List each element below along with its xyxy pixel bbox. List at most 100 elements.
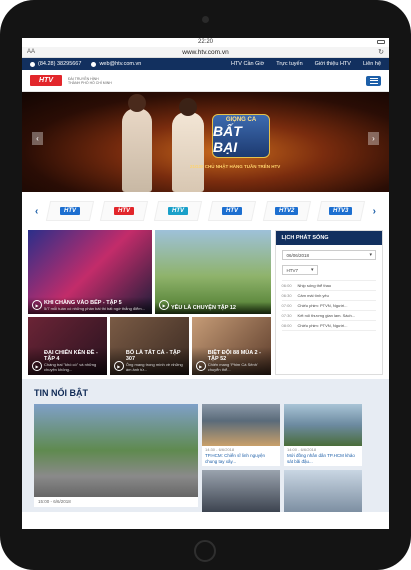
schedule-time: 08:00 (281, 323, 292, 328)
screen: 22:20 AA www.htv.com.vn ↻ (84.28) 382956… (22, 38, 389, 529)
topbar-link-truc-tuyen[interactable]: Trực tuyến (276, 61, 302, 67)
channel-label: HTV (222, 207, 243, 215)
schedule-item[interactable]: 06:00 Nhịp sống thể thao (281, 281, 376, 291)
video-title: ĐẠI CHIẾN KÈN ĐỀ - TẬP 4 (44, 350, 98, 362)
schedule-item[interactable]: 07:00 Chiếu phim: PTVN, Người... (281, 301, 376, 311)
news-title: TP.HCM: Chiến sĩ linh nguyện chung tay x… (205, 453, 265, 464)
schedule-time: 07:30 (281, 313, 292, 318)
mail-icon (91, 61, 97, 67)
video-tile[interactable]: ĐẠI CHIẾN KÈN ĐỀ - TẬP 4 Chàng trai "khó… (28, 317, 107, 375)
channel-logo-5[interactable]: HTV2 (262, 201, 311, 221)
topbar-link-lien-he[interactable]: Liên hệ (363, 61, 381, 67)
channel-label: HTV3 (328, 207, 353, 215)
channel-logo-6[interactable]: HTV3 (316, 201, 365, 221)
schedule-program: Nhịp sống thể thao (297, 283, 332, 288)
news-card[interactable] (202, 470, 280, 512)
video-desc: Chiến mang 'Phim Cà Sênh' chuyển thể... (207, 362, 258, 372)
channel-carousel: ‹ HTV HTV HTV HTV HTV2 HTV3 › (22, 192, 389, 230)
schedule-channel-select[interactable]: HTV7 (281, 265, 318, 275)
schedule-list: 06:00 Nhịp sống thể thao 06:30 Cảm mái tìn… (281, 280, 376, 331)
video-desc: 5/7 mỗi tuần có những phần bài thi bất n… (44, 306, 145, 311)
news-title: Mới đồng nhân dân TP.HCM khảo sát bãi đậ… (287, 453, 355, 464)
email-contact[interactable]: web@htv.com.vn (91, 61, 141, 67)
news-thumbnail (284, 404, 362, 446)
featured-heading: TIN NỔI BẬT (34, 388, 88, 398)
schedule-time: 07:00 (281, 303, 292, 308)
video-tile[interactable]: YÊU LÀ CHUYỆN TẬP 12 ▶ (155, 230, 271, 314)
schedule-item[interactable]: 08:00 Chiếu phim: PTVN, Người... (281, 321, 376, 331)
text-size-button[interactable]: AA (27, 47, 35, 58)
video-desc: Ông mang trong mình về những ám ảnh từ..… (125, 362, 183, 372)
channel-logo-3[interactable]: HTV (154, 201, 203, 221)
channel-label: HTV2 (274, 207, 299, 215)
video-tile[interactable]: KHI CHÀNG VÀO BẾP - TẬP 5 5/7 mỗi tuần c… (28, 230, 152, 314)
banner-next-icon[interactable]: › (368, 132, 379, 145)
video-tile[interactable]: BIỆT ĐỘI 88 MÙA 2 - TẬP 52 Chiến mang 'P… (191, 317, 271, 375)
schedule-program: Kết nối thương gian lam. Sách... (297, 313, 356, 318)
video-grid: KHI CHÀNG VÀO BẾP - TẬP 5 5/7 mỗi tuần c… (28, 230, 271, 375)
news-thumbnail (202, 404, 280, 446)
status-bar: 22:20 (22, 38, 389, 47)
news-thumbnail (202, 470, 280, 512)
address-bar[interactable]: AA www.htv.com.vn ↻ (22, 47, 389, 58)
play-icon[interactable]: ▶ (195, 361, 206, 371)
hero-banner[interactable]: GIỌNG CA BẤT BẠI 21G30 CHỦ NHẬT HÀNG TUẦ… (22, 92, 389, 192)
featured-news: TIN NỔI BẬT 15:00 - 6/6/2018 14:30 - 6/6… (22, 379, 389, 512)
schedule-item[interactable]: 06:30 Cảm mái tình yêu (281, 291, 376, 301)
news-meta: 14:30 - 6/6/2018 (205, 447, 235, 452)
channel-logo-4[interactable]: HTV (208, 201, 257, 221)
play-icon[interactable]: ▶ (159, 300, 169, 310)
story-meta: 15:00 - 6/6/2018 (34, 497, 198, 507)
schedule-program: Cảm mái tình yêu (297, 293, 329, 298)
hamburger-menu-icon[interactable] (366, 75, 381, 86)
video-title: YÊU LÀ CHUYỆN TẬP 12 (171, 305, 236, 311)
featured-main-story[interactable]: 15:00 - 6/6/2018 (34, 404, 198, 507)
schedule-time: 06:00 (281, 283, 292, 288)
tablet-frame: 22:20 AA www.htv.com.vn ↻ (84.28) 382956… (0, 0, 411, 570)
banner-subtitle: 21G30 CHỦ NHẬT HÀNG TUẦN TRÊN HTV (190, 164, 281, 169)
host-figure (122, 108, 152, 192)
url-text[interactable]: www.htv.com.vn (182, 49, 228, 56)
battery-icon (377, 40, 385, 44)
camera-icon (202, 16, 209, 23)
show-logo-main: BẤT BẠI (213, 123, 242, 155)
htv-logo[interactable]: HTV (30, 75, 62, 86)
news-card[interactable]: 14:00 - 6/6/2018 Mới đồng nhân dân TP.HC… (284, 404, 362, 466)
channel-logo-2[interactable]: HTV (100, 201, 149, 221)
play-icon[interactable]: ▶ (32, 361, 42, 371)
home-button[interactable] (194, 540, 216, 562)
main-content: KHI CHÀNG VÀO BẾP - TẬP 5 5/7 mỗi tuần c… (22, 230, 389, 375)
phone-icon (30, 61, 35, 67)
top-bar: (84.28) 38295667 web@htv.com.vn HTV Cần … (22, 58, 389, 70)
site-header: HTV ĐÀI TRUYỀN HÌNH THÀNH PHỐ HỒ CHÍ MIN… (22, 70, 389, 92)
show-logo: GIỌNG CA BẤT BẠI (212, 114, 270, 158)
channel-label: HTV (60, 207, 81, 215)
video-desc: Chàng trai "khó có" và những chuyện khôn… (44, 362, 97, 372)
play-icon[interactable]: ▶ (113, 361, 124, 371)
channel-logo-1[interactable]: HTV (46, 201, 95, 221)
reload-icon[interactable]: ↻ (378, 47, 384, 58)
cohost-head (179, 98, 197, 116)
banner-prev-icon[interactable]: ‹ (32, 132, 43, 145)
schedule-program: Chiếu phim: PTVN, Người... (297, 323, 348, 328)
phone-contact[interactable]: (84.28) 38295667 (30, 61, 81, 67)
station-line-2: THÀNH PHỐ HỒ CHÍ MINH (68, 80, 112, 85)
schedule-title: LỊCH PHÁT SÓNG (275, 231, 382, 245)
schedule-program: Chiếu phim: PTVN, Người... (297, 303, 348, 308)
news-card[interactable] (284, 470, 362, 512)
channel-prev-icon[interactable]: ‹ (35, 206, 38, 217)
schedule-item[interactable]: 07:30 Kết nối thương gian lam. Sách... (281, 311, 376, 321)
host-head (128, 94, 146, 112)
topbar-link-htv-can-gio[interactable]: HTV Cần Giờ (231, 61, 264, 67)
channel-label: HTV (168, 207, 189, 215)
play-icon[interactable]: ▶ (32, 300, 42, 310)
station-name: ĐÀI TRUYỀN HÌNH THÀNH PHỐ HỒ CHÍ MINH (68, 77, 128, 85)
video-title: BIỆT ĐỘI 88 MÙA 2 - TẬP 52 (207, 350, 261, 362)
topbar-link-gioi-thieu[interactable]: Giới thiệu HTV (315, 61, 351, 67)
schedule-date-select[interactable]: 06/06/2018 (281, 250, 376, 260)
status-time: 22:20 (197, 39, 213, 45)
channel-next-icon[interactable]: › (373, 206, 376, 217)
video-title: BỐ LÀ TẤT CẢ - TẬP 307 (125, 350, 181, 362)
video-tile[interactable]: BỐ LÀ TẤT CẢ - TẬP 307 Ông mang trong mì… (109, 317, 189, 375)
news-card[interactable]: 14:30 - 6/6/2018 TP.HCM: Chiến sĩ linh n… (202, 404, 280, 466)
